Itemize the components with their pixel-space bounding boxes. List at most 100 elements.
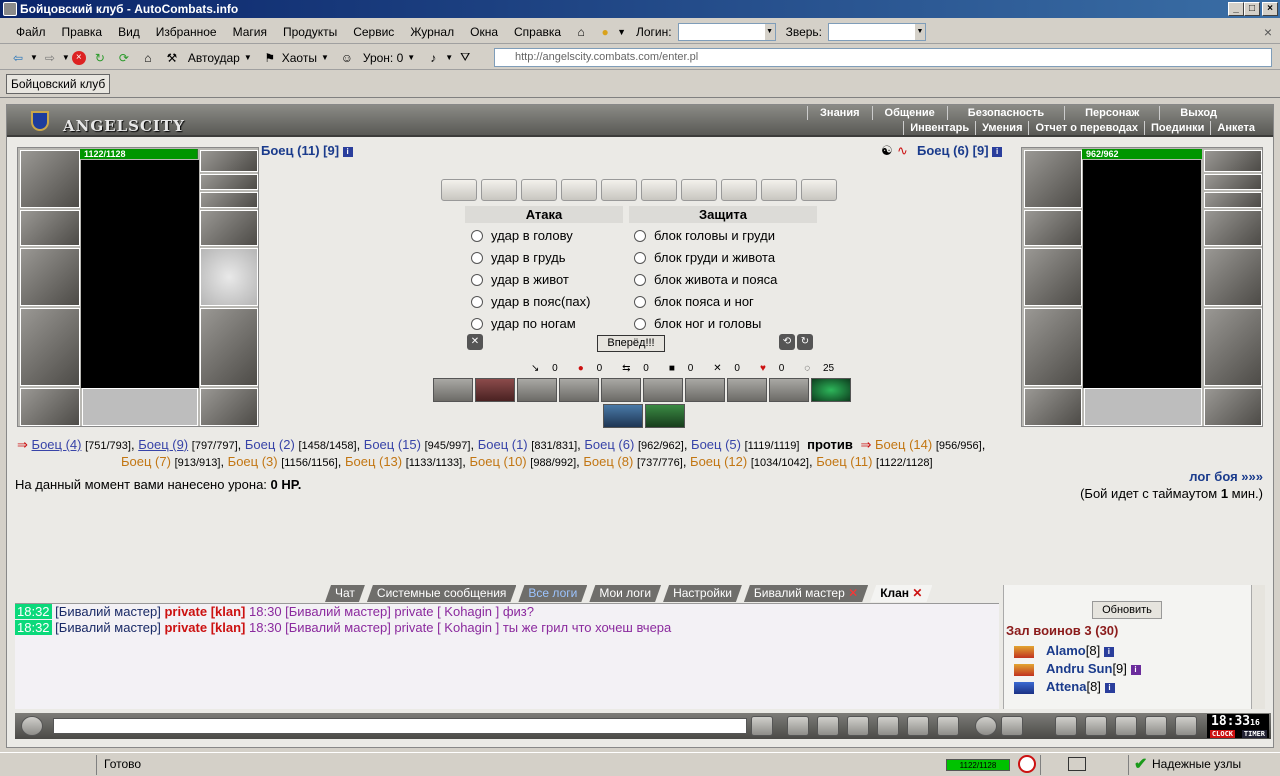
earrings-slot[interactable]: [200, 150, 258, 172]
team2-fighter[interactable]: Боец (11): [816, 454, 872, 469]
menu-file[interactable]: Файл: [8, 25, 54, 39]
tab-clan[interactable]: Клан ✕: [870, 585, 932, 602]
close-menu-icon[interactable]: ×: [1264, 24, 1272, 40]
menu-journal[interactable]: Журнал: [402, 25, 462, 39]
nav-duels[interactable]: Поединки: [1144, 121, 1210, 135]
send-icon[interactable]: [751, 716, 773, 736]
menu-help[interactable]: Справка: [506, 25, 569, 39]
legs-slot[interactable]: [200, 308, 258, 386]
rings-slot[interactable]: [200, 192, 258, 208]
clear-icon[interactable]: [787, 716, 809, 736]
block-option-stomach-belt[interactable]: блок живота и пояса: [634, 272, 777, 287]
boots-slot[interactable]: [200, 388, 258, 426]
attack-option-stomach[interactable]: удар в живот: [471, 272, 569, 287]
scroll-slot[interactable]: [521, 179, 557, 201]
room-player[interactable]: Attena[8] i: [1014, 679, 1115, 694]
team2-fighter[interactable]: Боец (8): [583, 454, 633, 469]
sound-toggle-icon[interactable]: [21, 716, 43, 736]
tab-private[interactable]: Бивалий мастер ✕: [744, 585, 868, 602]
team1-fighter[interactable]: Боец (6): [584, 437, 634, 452]
spell-slot[interactable]: [475, 378, 515, 402]
armor-slot[interactable]: [20, 308, 80, 386]
team2-fighter[interactable]: Боец (10): [469, 454, 526, 469]
belt-slot[interactable]: [20, 388, 80, 426]
auto-icon[interactable]: ⟲: [779, 334, 795, 350]
nav-security[interactable]: Безопасность: [946, 106, 1064, 120]
battle-log-link[interactable]: лог боя »»»: [1189, 469, 1263, 484]
menu-products[interactable]: Продукты: [275, 25, 345, 39]
spell-slot[interactable]: [811, 378, 851, 402]
weapon-slot[interactable]: [1024, 248, 1082, 306]
helmet-slot[interactable]: [20, 150, 80, 208]
block-option-head-chest[interactable]: блок головы и груди: [634, 228, 775, 243]
scroll-slot[interactable]: [681, 179, 717, 201]
nav-social[interactable]: Общение: [871, 106, 947, 120]
scroll-slot[interactable]: [561, 179, 597, 201]
close-window-button[interactable]: ×: [1262, 2, 1278, 16]
team2-fighter[interactable]: Боец (12): [690, 454, 747, 469]
save-icon[interactable]: [847, 716, 869, 736]
nav-skills[interactable]: Умения: [975, 121, 1028, 135]
left-fighter-name[interactable]: Боец (11) [9] i: [261, 143, 353, 158]
team1-fighter[interactable]: Боец (2): [245, 437, 295, 452]
spell-slot[interactable]: [769, 378, 809, 402]
tab-system[interactable]: Системные сообщения: [367, 585, 517, 602]
menu-edit[interactable]: Правка: [54, 25, 111, 39]
boots-slot[interactable]: [1204, 388, 1262, 426]
gloves-slot[interactable]: [1204, 210, 1262, 246]
stop-icon[interactable]: ×: [71, 50, 86, 65]
avatar-icon[interactable]: ☺: [337, 49, 357, 67]
offhand-slot[interactable]: [1204, 248, 1262, 306]
team1-fighter[interactable]: Боец (4): [32, 437, 82, 452]
bottle-icon[interactable]: [1055, 716, 1077, 736]
maximize-button[interactable]: □: [1244, 2, 1260, 16]
reload-icon[interactable]: ⟳: [114, 49, 134, 67]
team2-fighter[interactable]: Боец (7): [121, 454, 171, 469]
gem-icon[interactable]: ●: [595, 23, 615, 41]
back-icon[interactable]: ⇦: [8, 49, 28, 67]
block-option-chest-stomach[interactable]: блок груди и живота: [634, 250, 775, 265]
spell-slot[interactable]: [685, 378, 725, 402]
room-player[interactable]: Andru Sun[9] i: [1014, 661, 1141, 676]
menu-favorites[interactable]: Избранное: [148, 25, 225, 39]
scroll-slot[interactable]: [641, 179, 677, 201]
refresh-battle-icon[interactable]: ↻: [797, 334, 813, 350]
shield-slot[interactable]: [200, 248, 258, 306]
attack-option-chest[interactable]: удар в грудь: [471, 250, 566, 265]
scroll-slot[interactable]: [481, 179, 517, 201]
tab-my-logs[interactable]: Мои логи: [589, 585, 661, 602]
home-icon[interactable]: ⌂: [571, 23, 591, 41]
gear-icon[interactable]: [1115, 716, 1137, 736]
scroll-slot[interactable]: [761, 179, 797, 201]
minimize-button[interactable]: _: [1228, 2, 1244, 16]
info-icon[interactable]: i: [992, 146, 1003, 157]
menu-service[interactable]: Сервис: [345, 25, 402, 39]
spell-slot[interactable]: [559, 378, 599, 402]
right-fighter-name[interactable]: Боец (6) [9] i: [917, 143, 1003, 158]
damage-counter[interactable]: Урон: 0: [363, 51, 403, 65]
spell-slot[interactable]: [645, 404, 685, 428]
pet-combo[interactable]: ▼: [828, 22, 927, 41]
nav-inventory[interactable]: Инвентарь: [903, 121, 975, 135]
filter-chat-icon[interactable]: [817, 716, 839, 736]
team1-fighter[interactable]: Боец (1): [478, 437, 528, 452]
block-option-legs-head[interactable]: блок ног и головы: [634, 316, 761, 331]
bracers-slot[interactable]: [1024, 210, 1082, 246]
menu-windows[interactable]: Окна: [462, 25, 506, 39]
scroll-slot[interactable]: [801, 179, 837, 201]
earrings-slot[interactable]: [1204, 150, 1262, 172]
menu-view[interactable]: Вид: [110, 25, 148, 39]
music-icon[interactable]: [937, 716, 959, 736]
spell-slot[interactable]: [433, 378, 473, 402]
translit-icon[interactable]: [907, 716, 929, 736]
team2-fighter[interactable]: Боец (13): [345, 454, 402, 469]
login-combo[interactable]: ▼: [677, 22, 776, 41]
nav-exit[interactable]: Выход: [1159, 106, 1237, 120]
spell-slot[interactable]: [643, 378, 683, 402]
refresh-icon[interactable]: ↻: [90, 49, 110, 67]
autostrike-button[interactable]: Автоудар: [188, 51, 240, 65]
address-bar[interactable]: http://angelscity.combats.com/enter.pl: [494, 48, 1272, 67]
left-portrait[interactable]: [81, 160, 199, 388]
cancel-icon[interactable]: ✕: [467, 334, 483, 350]
spell-slot[interactable]: [727, 378, 767, 402]
